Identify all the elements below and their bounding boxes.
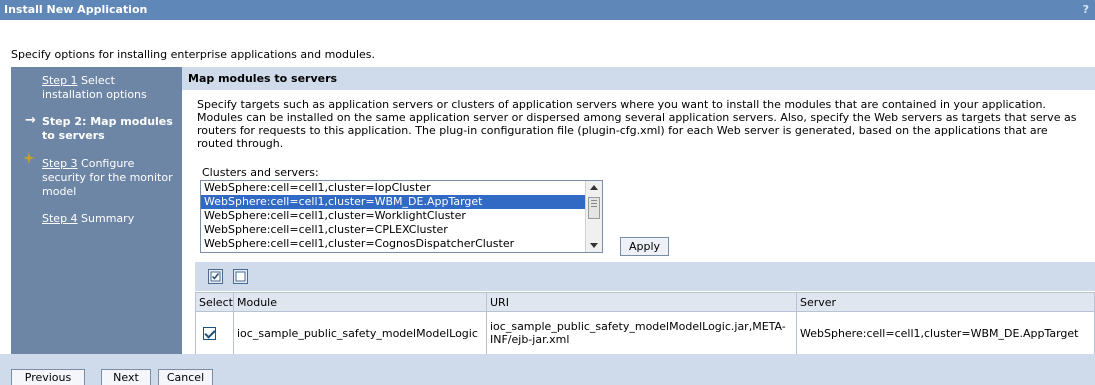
apply-button[interactable]: Apply: [620, 237, 669, 256]
clusters-label: Clusters and servers:: [202, 166, 319, 179]
table-toolbar: [195, 262, 1095, 291]
step-1-link[interactable]: Step 1: [42, 74, 78, 87]
uri-cell: ioc_sample_public_safety_modelModelLogic…: [486, 311, 797, 355]
server-cell: WebSphere:cell=cell1,cluster=WBM_DE.AppT…: [796, 311, 1095, 355]
next-button[interactable]: Next: [101, 369, 151, 385]
column-header-server: Server: [796, 292, 1095, 312]
section-title: Map modules to servers: [182, 67, 1095, 90]
clusters-listbox[interactable]: WebSphere:cell=cell1,cluster=IopCluster …: [200, 180, 603, 253]
cluster-option[interactable]: WebSphere:cell=cell1,cluster=CPLEXCluste…: [201, 223, 586, 237]
column-header-select: Select: [195, 292, 234, 312]
listbox-scrollbar[interactable]: [585, 181, 602, 252]
step-3-link[interactable]: Step 3: [42, 157, 78, 170]
scroll-up-icon[interactable]: [590, 185, 598, 190]
step-4-link[interactable]: Step 4: [42, 212, 78, 225]
cancel-button[interactable]: Cancel: [158, 369, 213, 385]
module-cell: ioc_sample_public_safety_modelModelLogic: [233, 311, 487, 355]
step-2-current: Step 2: Map modules to servers: [42, 115, 173, 142]
select-cell: [195, 311, 234, 355]
section-description: Specify targets such as application serv…: [197, 98, 1077, 150]
step-4-text: Summary: [77, 212, 135, 225]
window-title: Install New Application: [4, 3, 148, 16]
cluster-option[interactable]: WebSphere:cell=cell1,cluster=WorklightCl…: [201, 209, 586, 223]
row-select-checkbox[interactable]: [203, 326, 216, 340]
select-all-icon[interactable]: [208, 269, 223, 284]
window-title-bar: Install New Application ?: [0, 0, 1095, 20]
current-step-arrow-icon: →: [25, 113, 36, 128]
column-header-uri: URI: [486, 292, 797, 312]
cluster-option[interactable]: WebSphere:cell=cell1,cluster=IopCluster: [201, 181, 586, 195]
module-mapping-table: Select Module URI Server ioc_sample_publ…: [195, 292, 1095, 355]
column-header-module: Module: [233, 292, 487, 312]
help-icon[interactable]: ?: [1083, 0, 1089, 20]
previous-button[interactable]: Previous: [11, 369, 85, 385]
cluster-option-selected[interactable]: WebSphere:cell=cell1,cluster=WBM_DE.AppT…: [201, 195, 586, 209]
step-3: Step 3 Configure security for the monito…: [42, 157, 177, 199]
step-1: Step 1 Select installation options: [42, 74, 177, 102]
wizard-steps-sidebar: [11, 67, 182, 354]
step-4: Step 4 Summary: [42, 212, 177, 226]
table-row: ioc_sample_public_safety_modelModelLogic…: [195, 311, 1095, 355]
scroll-down-icon[interactable]: [590, 243, 598, 248]
scroll-thumb[interactable]: [588, 197, 600, 219]
cluster-option[interactable]: WebSphere:cell=cell1,cluster=CognosDispa…: [201, 237, 586, 251]
required-step-star-icon: [23, 152, 35, 164]
intro-text: Specify options for installing enterpris…: [11, 48, 376, 61]
deselect-all-icon[interactable]: [233, 269, 248, 284]
